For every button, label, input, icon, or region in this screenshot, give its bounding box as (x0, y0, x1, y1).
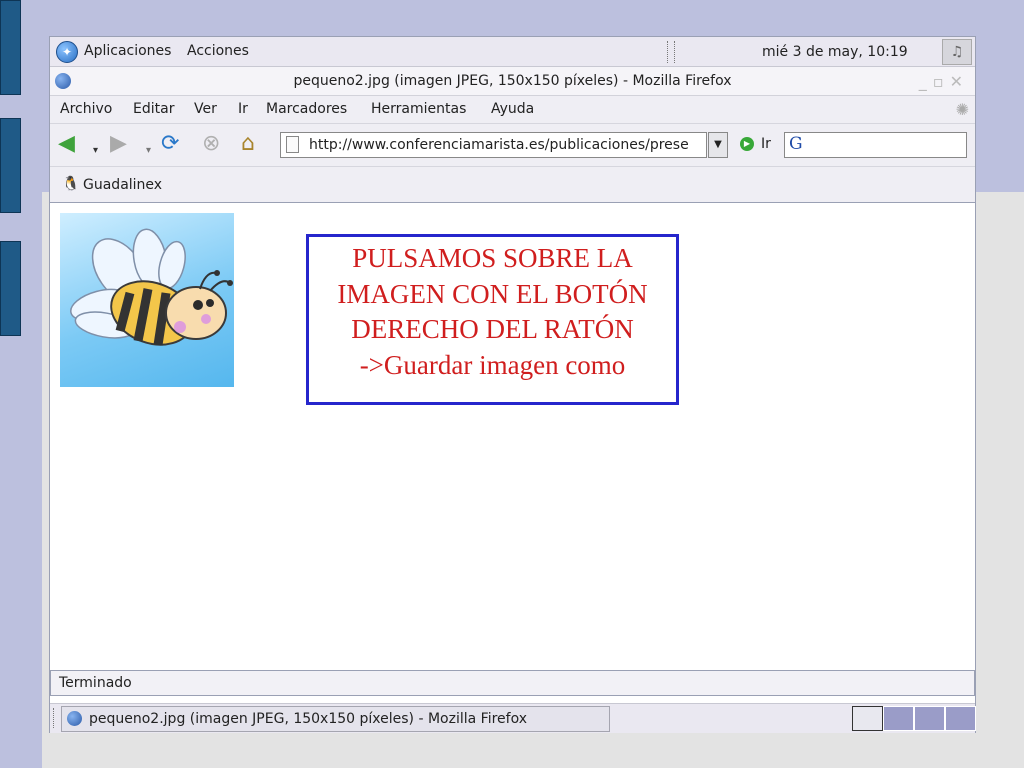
status-bar: Terminado (50, 670, 975, 696)
page-icon (286, 136, 299, 153)
task-label: pequeno2.jpg (imagen JPEG, 150x150 píxel… (89, 711, 527, 727)
screenshot-frame: ✦ Aplicaciones Acciones mié 3 de may, 10… (49, 36, 976, 733)
speaker-icon[interactable]: ♫ (942, 39, 972, 65)
back-arrow-icon[interactable]: ◀ (58, 133, 75, 155)
applications-menu[interactable]: Aplicaciones (84, 43, 171, 59)
decorative-bar (0, 118, 21, 213)
clock[interactable]: mié 3 de may, 10:19 (762, 44, 908, 60)
menu-ver[interactable]: Ver (194, 101, 217, 117)
minimize-icon[interactable]: _ (919, 72, 933, 91)
throbber-icon: ✺ (955, 100, 969, 119)
close-icon[interactable]: ✕ (950, 72, 969, 91)
navigation-toolbar: ◀ ▾ ▶ ▾ ⟳ ⊗ ⌂ http://www.conferenciamari… (50, 124, 975, 167)
search-engine-icon[interactable]: G (789, 134, 803, 154)
window-controls: _▫✕ (919, 72, 969, 91)
callout-line: DERECHO DEL RATÓN (351, 314, 634, 344)
callout-line: IMAGEN CON EL BOTÓN (337, 278, 648, 309)
workspace-3[interactable] (914, 706, 945, 731)
url-text[interactable]: http://www.conferenciamarista.es/publica… (309, 137, 689, 153)
forward-arrow-icon[interactable]: ▶ (110, 133, 127, 155)
go-button[interactable]: Ir (761, 136, 771, 152)
menu-bar: Archivo Editar Ver Ir Marcadores Herrami… (50, 96, 975, 124)
workspace-4[interactable] (945, 706, 976, 731)
top-panel: ✦ Aplicaciones Acciones mié 3 de may, 10… (50, 37, 975, 67)
bottom-taskbar: pequeno2.jpg (imagen JPEG, 150x150 píxel… (50, 703, 976, 733)
taskbar-firefox-window[interactable]: pequeno2.jpg (imagen JPEG, 150x150 píxel… (61, 706, 610, 732)
search-input[interactable]: G (784, 132, 967, 158)
maximize-icon[interactable]: ▫ (933, 72, 950, 91)
penguin-icon: 🐧 (62, 176, 80, 192)
actions-menu[interactable]: Acciones (187, 43, 249, 59)
menu-marcadores[interactable]: Marcadores (266, 101, 347, 117)
instruction-callout: PULSAMOS SOBRE LA IMAGEN CON EL BOTÓN DE… (306, 234, 679, 405)
forward-history-dropdown[interactable]: ▾ (146, 140, 151, 162)
taskbar-grip[interactable] (53, 708, 58, 728)
menu-archivo[interactable]: Archivo (60, 101, 112, 117)
home-icon[interactable]: ⌂ (241, 133, 255, 155)
page-content: PULSAMOS SOBRE LA IMAGEN CON EL BOTÓN DE… (50, 203, 975, 670)
decorative-bar (0, 241, 21, 336)
menu-editar[interactable]: Editar (133, 101, 174, 117)
status-text: Terminado (59, 675, 132, 691)
decorative-bar (0, 0, 21, 95)
callout-line: PULSAMOS SOBRE LA (352, 243, 633, 273)
url-bar[interactable]: http://www.conferenciamarista.es/publica… (280, 132, 707, 158)
bee-illustration (70, 228, 233, 346)
url-history-dropdown[interactable]: ▼ (708, 132, 728, 158)
window-titlebar: pequeno2.jpg (imagen JPEG, 150x150 píxel… (50, 67, 975, 96)
go-icon[interactable]: ▶ (740, 137, 754, 151)
callout-line: ->Guardar imagen como (359, 349, 626, 380)
bookmark-guadalinex[interactable]: Guadalinex (83, 177, 162, 193)
bookmarks-toolbar: 🐧 Guadalinex (50, 167, 975, 203)
distro-logo-icon[interactable]: ✦ (56, 41, 78, 63)
back-history-dropdown[interactable]: ▾ (93, 140, 98, 162)
stop-icon[interactable]: ⊗ (202, 133, 220, 155)
firefox-globe-icon (67, 711, 82, 726)
workspace-1[interactable] (852, 706, 883, 731)
menu-ayuda[interactable]: Ayuda (491, 101, 534, 117)
reload-icon[interactable]: ⟳ (161, 133, 179, 155)
workspace-2[interactable] (883, 706, 914, 731)
menu-herramientas[interactable]: Herramientas (371, 101, 466, 117)
window-title: pequeno2.jpg (imagen JPEG, 150x150 píxel… (293, 73, 732, 89)
bee-image[interactable] (60, 213, 234, 387)
menu-ir[interactable]: Ir (238, 101, 248, 117)
panel-handle[interactable] (667, 41, 675, 63)
